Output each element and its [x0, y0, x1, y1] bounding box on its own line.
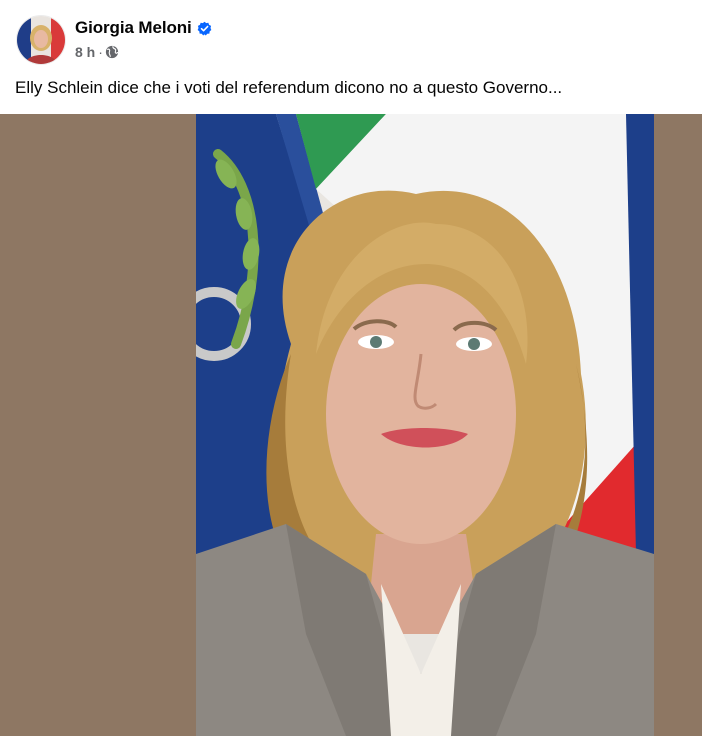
facebook-post: Giorgia Meloni 8 h · Elly Schlein dice c…: [0, 0, 702, 736]
post-timestamp[interactable]: 8 h: [75, 44, 95, 60]
verified-badge-icon: [197, 21, 212, 36]
post-media[interactable]: [0, 114, 702, 736]
author-line: Giorgia Meloni: [75, 17, 212, 39]
post-photo[interactable]: [196, 114, 654, 736]
meta-separator: ·: [98, 44, 103, 60]
post-header: Giorgia Meloni 8 h ·: [0, 0, 702, 66]
globe-icon[interactable]: [105, 45, 119, 59]
author-avatar[interactable]: [16, 15, 66, 65]
post-meta: 8 h ·: [75, 43, 119, 61]
post-text: Elly Schlein dice che i voti del referen…: [15, 78, 563, 97]
author-name[interactable]: Giorgia Meloni: [75, 18, 192, 38]
